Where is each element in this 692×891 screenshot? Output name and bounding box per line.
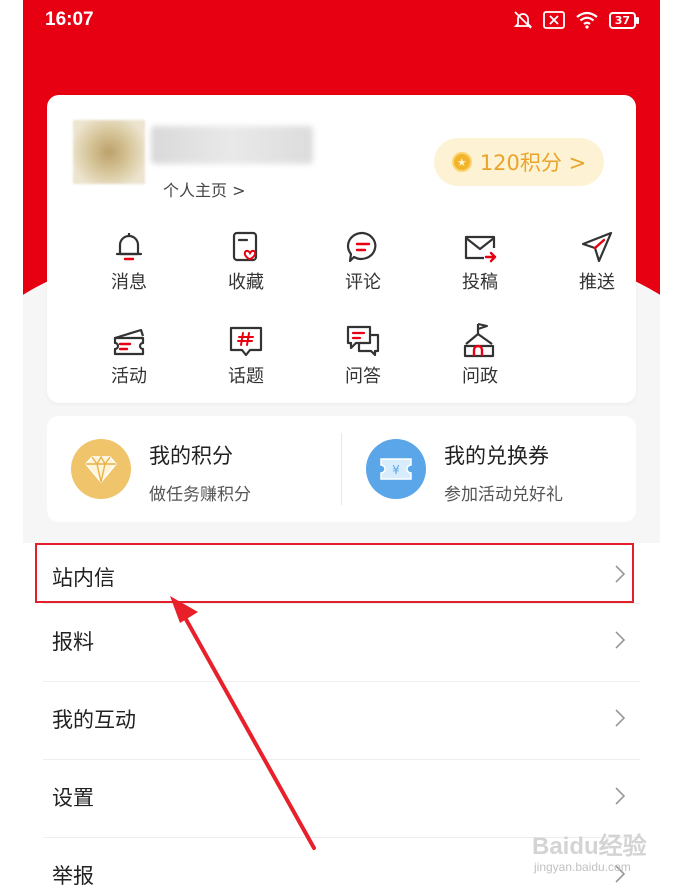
watermark-brand: Baidu经验 [532,833,647,860]
watermark-url: jingyan.baidu.com [534,860,631,874]
watermark: Baidu经验 jingyan.baidu.com [530,826,660,886]
annotation-arrow [170,596,316,850]
